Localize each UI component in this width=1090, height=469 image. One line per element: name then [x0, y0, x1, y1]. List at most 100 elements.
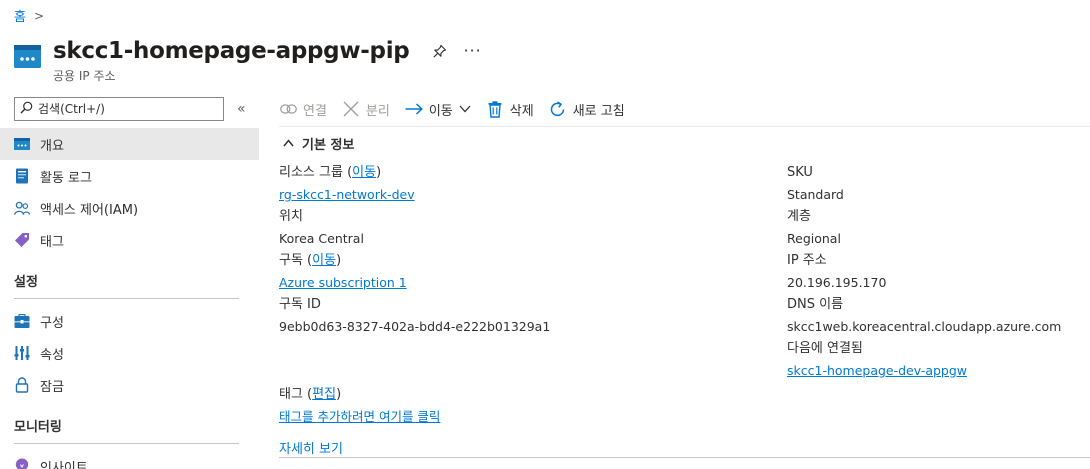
sidebar-item-locks[interactable]: 잠금 — [0, 369, 259, 401]
sidebar-item-label: 액세스 제어(IAM) — [40, 202, 139, 218]
toolbar-divider — [279, 126, 1090, 127]
sidebar-item-label: 속성 — [40, 347, 64, 363]
activity-log-icon — [14, 168, 30, 184]
disconnect-label: 분리 — [365, 103, 390, 119]
subscription-link[interactable]: Azure subscription 1 — [279, 275, 407, 290]
sidebar-item-overview[interactable]: 개요 — [0, 128, 259, 160]
command-bar: 연결 분리 이동 삭제 새로 고침 — [279, 96, 1090, 122]
link-icon — [279, 100, 297, 118]
add-tags-link[interactable]: 태그를 추가하려면 여기를 클릭 — [279, 409, 440, 424]
arrow-right-icon — [405, 100, 423, 118]
sidebar-item-label: 잠금 — [40, 379, 64, 395]
insights-icon — [14, 458, 30, 469]
breadcrumb-home-link[interactable]: 홈 — [14, 6, 26, 25]
field-ip-address: IP 주소 20.196.195.170 — [787, 252, 1087, 296]
tags-label: 태그 — [279, 387, 303, 402]
sidebar-item-label: 구성 — [40, 315, 64, 331]
sidebar-item-insights[interactable]: 인사이트 — [0, 450, 259, 469]
delete-label: 삭제 — [509, 103, 534, 119]
tier-value: Regional — [787, 231, 841, 246]
tier-label: 계층 — [787, 209, 811, 224]
field-associated-to: 다음에 연결됨 skcc1-homepage-dev-appgw — [787, 340, 1087, 384]
connect-button[interactable]: 연결 — [279, 100, 327, 119]
location-value: Korea Central — [279, 231, 364, 246]
field-resource-group: 리소스 그룹 (이동) rg-skcc1-network-dev — [279, 164, 759, 208]
breadcrumb: 홈 > — [14, 6, 45, 26]
sidebar-item-label: 활동 로그 — [40, 170, 92, 186]
chevron-up-icon — [283, 136, 294, 151]
associated-to-label: 다음에 연결됨 — [787, 341, 863, 356]
sidebar-item-activity-log[interactable]: 활동 로그 — [0, 160, 259, 192]
resource-group-move-link[interactable]: 이동 — [352, 165, 376, 180]
page-title: skcc1-homepage-appgw-pip — [53, 38, 410, 64]
search-icon — [20, 101, 33, 118]
essentials-divider — [279, 457, 1090, 458]
sidebar-item-iam[interactable]: 액세스 제어(IAM) — [0, 192, 259, 224]
menu-search-row: « — [0, 96, 259, 122]
properties-icon — [14, 345, 30, 361]
dns-name-label: DNS 이름 — [787, 297, 844, 312]
sidebar-item-configuration[interactable]: 구성 — [0, 305, 259, 337]
trash-icon — [486, 100, 504, 118]
ip-address-value: 20.196.195.170 — [787, 275, 887, 290]
iam-icon — [14, 200, 30, 216]
configuration-icon — [14, 313, 30, 329]
refresh-icon — [549, 100, 567, 118]
breadcrumb-separator: > — [33, 8, 45, 23]
overview-icon — [14, 136, 30, 152]
main-content: 연결 분리 이동 삭제 새로 고침 기본 정보 리소스 그룹 (이동) rg-s… — [279, 96, 1090, 458]
move-button[interactable]: 이동 — [405, 100, 471, 119]
see-more-link[interactable]: 자세히 보기 — [279, 438, 343, 457]
sidebar-divider — [14, 443, 239, 444]
delete-button[interactable]: 삭제 — [486, 100, 534, 119]
field-label: 리소스 그룹 (이동) — [279, 165, 382, 180]
disconnect-button[interactable]: 분리 — [342, 100, 390, 119]
more-options-icon[interactable]: ··· — [463, 43, 481, 59]
sidebar-section-settings: 설정 — [14, 274, 38, 290]
subscription-label: 구독 — [279, 253, 303, 268]
public-ip-icon — [14, 43, 41, 70]
dns-name-value: skcc1web.koreacentral.cloudapp.azure.com — [787, 319, 1062, 334]
location-label: 위치 — [279, 209, 303, 224]
lock-icon — [14, 377, 30, 393]
tags-edit-link[interactable]: 편집 — [312, 387, 336, 402]
field-label: 태그 (편집) — [279, 387, 342, 402]
associated-resource-link[interactable]: skcc1-homepage-dev-appgw — [787, 363, 967, 378]
ip-address-label: IP 주소 — [787, 253, 827, 268]
subscription-id-value: 9ebb0d63-8327-402a-bdd4-e222b01329a1 — [279, 319, 551, 334]
sku-label: SKU — [787, 165, 813, 180]
chevron-down-icon — [459, 102, 471, 117]
sidebar-section-monitoring: 모니터링 — [14, 419, 62, 435]
collapse-menu-icon[interactable]: « — [237, 101, 246, 117]
refresh-button[interactable]: 새로 고침 — [549, 100, 625, 119]
subscription-move-link[interactable]: 이동 — [312, 253, 336, 268]
field-location: 위치 Korea Central — [279, 208, 759, 252]
sku-value: Standard — [787, 187, 844, 202]
menu-search-input[interactable] — [38, 102, 218, 116]
field-label: 구독 (이동) — [279, 253, 342, 268]
refresh-label: 새로 고침 — [572, 103, 625, 119]
close-icon — [342, 100, 360, 118]
menu-search-box[interactable] — [14, 97, 224, 121]
subscription-id-label: 구독 ID — [279, 297, 321, 312]
sidebar-divider — [14, 298, 239, 299]
field-tier: 계층 Regional — [787, 208, 1087, 252]
sidebar-item-label: 태그 — [40, 234, 64, 250]
field-tags: 태그 (편집) 태그를 추가하려면 여기를 클릭 — [279, 386, 440, 426]
essentials-right-column: SKU Standard 계층 Regional IP 주소 20.196.19… — [787, 164, 1087, 384]
sidebar-item-tags[interactable]: 태그 — [0, 224, 259, 256]
resource-group-label: 리소스 그룹 — [279, 165, 343, 180]
field-subscription-id: 구독 ID 9ebb0d63-8327-402a-bdd4-e222b01329… — [279, 296, 759, 340]
essentials-heading: 기본 정보 — [302, 138, 355, 153]
resource-group-link[interactable]: rg-skcc1-network-dev — [279, 187, 415, 202]
sidebar-item-label: 개요 — [40, 138, 64, 154]
field-sku: SKU Standard — [787, 164, 1087, 208]
sidebar-item-label: 인사이트 — [40, 460, 88, 469]
page-subtitle: 공용 IP 주소 — [53, 69, 116, 83]
essentials-toggle[interactable]: 기본 정보 — [283, 134, 354, 153]
field-dns-name: DNS 이름 skcc1web.koreacentral.cloudapp.az… — [787, 296, 1087, 340]
tag-icon — [14, 232, 30, 248]
sidebar-item-properties[interactable]: 속성 — [0, 337, 259, 369]
essentials-left-column: 리소스 그룹 (이동) rg-skcc1-network-dev 위치 Kore… — [279, 164, 759, 340]
pin-icon[interactable] — [431, 43, 447, 59]
